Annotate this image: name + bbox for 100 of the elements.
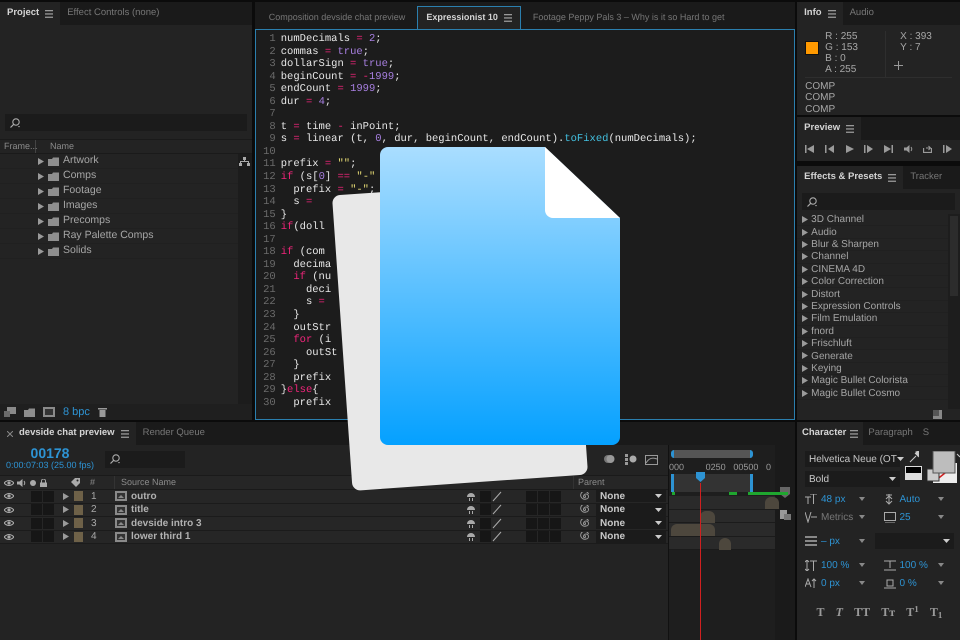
disclosure-triangle-icon[interactable] [38, 248, 44, 254]
folder-name[interactable]: Ray Palette Comps [63, 228, 154, 244]
pickwhip-icon[interactable] [580, 492, 589, 501]
search-field[interactable] [802, 193, 955, 210]
loop-icon[interactable] [923, 145, 932, 153]
last-frame-icon[interactable] [884, 145, 893, 153]
caret-icon[interactable] [859, 563, 865, 567]
toggle-box[interactable] [480, 490, 491, 502]
pickwhip-icon[interactable] [580, 505, 589, 514]
effect-category[interactable]: Film Emulation [811, 311, 878, 326]
effect-category[interactable]: fnord [811, 324, 834, 339]
eyedropper-icon[interactable] [908, 451, 918, 463]
panel-tab[interactable]: S [918, 422, 934, 445]
label-swatch[interactable] [74, 491, 83, 502]
play-icon[interactable] [844, 145, 854, 153]
composition-icon[interactable] [43, 407, 55, 417]
comp-button-icon[interactable] [780, 510, 790, 520]
effect-category[interactable]: Frischluft [811, 336, 852, 352]
draft-3d-icon[interactable] [625, 454, 637, 464]
flowchart-icon[interactable] [238, 157, 250, 166]
menu-icon[interactable] [45, 10, 54, 18]
folder-name[interactable]: Footage [63, 183, 102, 199]
interpret-footage-icon[interactable] [4, 407, 16, 417]
field-value[interactable]: Auto [900, 492, 934, 506]
column-header[interactable]: Name [50, 140, 74, 154]
folder-name[interactable]: Artwork [63, 153, 99, 169]
field-value[interactable]: 25 [900, 510, 934, 524]
timeline-range-bar[interactable] [671, 474, 753, 492]
field-value[interactable]: Metrics [821, 510, 855, 524]
field-value[interactable]: 48 px [821, 492, 855, 506]
layer-name[interactable]: devside intro 3 [131, 516, 466, 531]
disclosure-triangle-icon[interactable] [38, 232, 44, 240]
panel-tab[interactable]: Expressionist 10 [417, 6, 521, 29]
disclosure-triangle-icon[interactable] [38, 172, 44, 180]
shy-icon[interactable] [466, 492, 476, 501]
effect-category[interactable]: CINEMA 4D [811, 262, 866, 277]
bit-depth-button[interactable]: 8 bpc [63, 404, 90, 420]
column-header[interactable]: Frame... [0, 140, 36, 154]
playhead[interactable] [696, 472, 705, 483]
layer-name[interactable]: outro [131, 488, 466, 504]
search-field[interactable] [105, 450, 185, 468]
menu-icon[interactable] [828, 10, 836, 18]
panel-tab[interactable]: Project [0, 2, 60, 25]
shield-icon[interactable] [780, 487, 790, 498]
panel-tab[interactable]: Character [797, 422, 864, 445]
folder-icon[interactable] [24, 408, 35, 416]
quality-slash-icon[interactable] [492, 490, 502, 502]
next-frame-icon[interactable] [864, 145, 874, 153]
disclosure-triangle-icon[interactable] [38, 188, 44, 194]
caret-icon[interactable] [859, 497, 865, 501]
eye-icon[interactable] [4, 492, 14, 500]
toggle-box[interactable] [480, 518, 491, 529]
field-value[interactable]: – px [821, 534, 855, 548]
effect-category[interactable]: Generate [811, 348, 853, 364]
parent-dropdown[interactable]: None [596, 504, 666, 516]
caret-icon[interactable] [938, 581, 944, 585]
caret-icon[interactable] [938, 497, 944, 501]
panel-tab[interactable]: Footage Peppy Pals 3 – Why is it so Hard to get [524, 6, 732, 29]
step-play-icon[interactable] [942, 145, 952, 153]
effect-category[interactable]: 3D Channel [811, 214, 864, 228]
speaker-icon[interactable] [904, 145, 913, 153]
motion-blur-icon[interactable] [603, 454, 615, 464]
layer-name[interactable]: lower third 1 [131, 529, 466, 544]
quality-slash-icon[interactable] [492, 518, 502, 529]
panel-tab[interactable]: Effects & Presets [797, 166, 904, 189]
text-style-button[interactable]: T$^{1}$ [906, 603, 919, 621]
folder-name[interactable]: Images [63, 198, 98, 214]
shy-icon[interactable] [466, 518, 476, 528]
menu-icon[interactable] [120, 430, 129, 438]
previous-frame-icon[interactable] [824, 145, 834, 153]
caret-icon[interactable] [859, 581, 865, 585]
panel-tab[interactable]: Preview [797, 117, 862, 140]
text-style-button[interactable]: T [816, 603, 825, 621]
layer-duration-bar[interactable] [700, 510, 715, 522]
field-value[interactable]: 0 % [900, 576, 934, 590]
menu-icon[interactable] [850, 430, 858, 438]
trash-icon[interactable] [98, 407, 107, 417]
effect-category[interactable]: Keying [811, 360, 842, 376]
shy-icon[interactable] [466, 505, 476, 514]
menu-icon[interactable] [888, 174, 896, 182]
disclosure-triangle-icon[interactable] [38, 202, 44, 210]
folder-name[interactable]: Comps [63, 168, 96, 184]
close-icon[interactable] [7, 430, 13, 436]
font-style-dropdown[interactable]: Bold [805, 471, 900, 487]
graph-editor-icon[interactable] [645, 454, 658, 464]
column-header[interactable]: # [90, 476, 114, 490]
eye-icon[interactable] [4, 506, 14, 514]
menu-icon[interactable] [504, 14, 512, 22]
fill-stroke-swatch-icon[interactable] [927, 451, 960, 485]
current-frame[interactable]: 00178 [0, 447, 100, 459]
pickwhip-icon[interactable] [580, 518, 589, 528]
menu-icon[interactable] [846, 124, 854, 132]
field-value[interactable]: 100 % [900, 558, 934, 572]
quality-slash-icon[interactable] [492, 531, 502, 542]
caret-icon[interactable] [938, 563, 944, 567]
caret-icon[interactable] [859, 515, 865, 519]
label-swatch[interactable] [74, 518, 83, 528]
quality-slash-icon[interactable] [492, 504, 502, 516]
disclosure-triangle-icon[interactable] [38, 158, 44, 164]
pickwhip-icon[interactable] [580, 532, 589, 542]
